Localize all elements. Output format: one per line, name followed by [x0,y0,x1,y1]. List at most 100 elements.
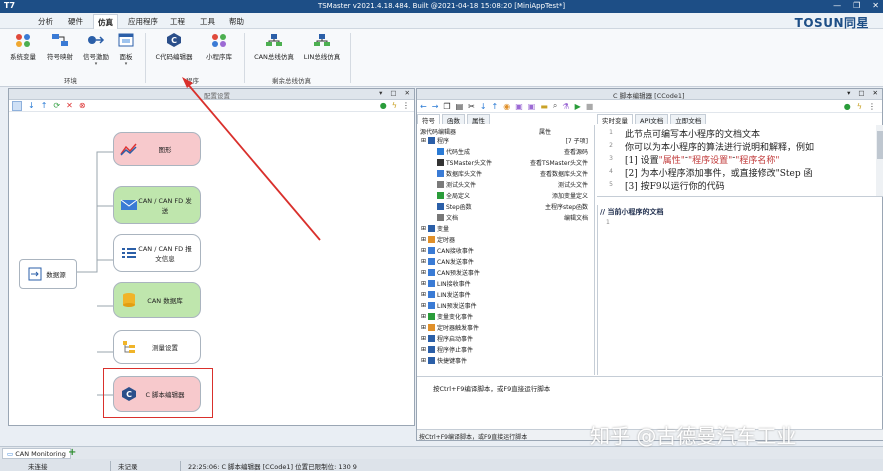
tree-item[interactable]: 文档 [437,213,458,222]
up-icon[interactable]: ↑ [41,101,48,110]
tree-item-value[interactable]: 查看数据库头文件 [540,169,588,178]
panel-button[interactable]: 面板 ▾ [114,32,138,67]
tree-item[interactable]: ⊞ 快捷键事件 [421,356,467,365]
can-send-node[interactable]: CAN / CAN FD 发送 [113,186,201,224]
expand-icon[interactable]: ⊞ [421,225,426,232]
menu-help[interactable]: 帮助 [229,16,244,27]
c-script-editor-node[interactable]: C C 脚本编辑器 [113,376,201,412]
tab-functions[interactable]: 函数 [442,114,465,125]
tree-item[interactable]: 全局定义 [437,191,470,200]
close-icon[interactable]: ✕ [405,89,410,97]
tree-item-value[interactable]: 查看源码 [564,147,588,156]
lightning-icon[interactable]: ϟ [857,102,862,111]
symbol-mapping-button[interactable]: 符号映射 [44,32,76,61]
close-icon[interactable]: ✕ [873,89,878,97]
measurement-setup-node[interactable]: 测量设置 [113,330,201,364]
menu-simulation[interactable]: 仿真 [93,14,118,29]
dock-icon[interactable]: □ [858,89,864,97]
can-database-node[interactable]: CAN 数据库 [113,282,201,318]
tree-item[interactable]: ⊞ 定时器 [421,235,455,244]
select-icon[interactable] [12,100,22,111]
tree-item[interactable]: ⊞ LIN预发送事件 [421,301,477,310]
down-icon[interactable]: ↓ [480,102,487,111]
tab-instant-docs[interactable]: 立即文档 [670,114,707,125]
expand-icon[interactable]: ⊞ [421,324,426,331]
expand-icon[interactable]: ⊞ [421,258,426,265]
tab-can-monitoring[interactable]: ▭ CAN Monitoring [2,448,71,459]
tree-item-value[interactable]: 添加变量定义 [552,191,588,200]
expand-icon[interactable]: ⊞ [421,335,426,342]
vertical-scrollbar[interactable] [876,125,883,196]
tab-realtime-variables[interactable]: 实时变量 [597,114,633,125]
tree-item[interactable]: 代码生成 [437,147,470,156]
back-icon[interactable]: ← [420,102,427,111]
code-editor[interactable]: // 当前小程序的文档 1 [597,205,883,375]
menu-applications[interactable]: 应用程序 [128,16,158,27]
expand-icon[interactable]: ⊞ [421,313,426,320]
tree-item[interactable]: ⊞ 程序启动事件 [421,334,473,343]
paste-icon[interactable]: ▤ [456,102,464,111]
menu-hardware[interactable]: 硬件 [68,16,83,27]
tree-item[interactable]: ⊞ LIN发送事件 [421,290,471,299]
flask-icon[interactable]: ⚗ [562,102,569,111]
menu-analysis[interactable]: 分析 [38,16,53,27]
can-bus-simulation-button[interactable]: CAN总线仿真 [252,32,296,61]
lightning-icon[interactable]: ϟ [392,101,397,110]
menu-tools[interactable]: 工具 [200,16,215,27]
mini-program-library-button[interactable]: 小程序库 [202,32,236,61]
expand-icon[interactable]: ⊞ [421,302,426,309]
tab-properties[interactable]: 属性 [467,114,490,125]
system-variable-button[interactable]: 系统变量 [6,32,40,61]
tree-item-value[interactable]: 查看TSMaster头文件 [530,158,588,167]
tree-item[interactable]: 测试头文件 [437,180,476,189]
tree-item-value[interactable]: 测试头文件 [558,180,588,189]
expand-icon[interactable]: ⊞ [421,269,426,276]
cut-icon[interactable]: ✂ [468,102,475,111]
stop-icon[interactable]: ⊗ [79,101,86,110]
stop-icon[interactable]: ■ [586,102,594,111]
refresh-icon[interactable]: ⟳ [53,101,60,110]
pin-icon[interactable]: ▾ [379,89,382,97]
up-icon[interactable]: ↑ [492,102,499,111]
tree-item[interactable]: TSMaster头文件 [437,158,492,167]
tree-item[interactable]: 数据库头文件 [437,169,482,178]
close-button[interactable]: ✕ [872,1,879,10]
tab-api-docs[interactable]: API文档 [635,114,669,125]
folder-icon[interactable]: ▬ [540,102,548,111]
expand-icon[interactable]: ⊞ [421,357,426,364]
down-icon[interactable]: ↓ [28,101,35,110]
tree-item[interactable]: ⊞ 变量变化事件 [421,312,473,321]
build-icon[interactable]: ◉ [503,102,510,111]
pin-icon[interactable]: ▾ [847,89,850,97]
expand-icon[interactable]: ⊞ [421,236,426,243]
run-icon[interactable]: ▶ [575,102,581,111]
tree-item[interactable]: ⊞ 定时器触发事件 [421,323,479,332]
expand-icon[interactable]: ⊞ [421,291,426,298]
tree-item[interactable]: ⊞ 程序 [421,136,449,145]
delete-icon[interactable]: ✕ [66,101,73,110]
help-icon[interactable]: ● [380,101,387,110]
minimize-button[interactable]: — [833,1,841,10]
lin-bus-simulation-button[interactable]: LIN总线仿真 [300,32,344,61]
image-icon[interactable]: ▣ [515,102,523,111]
expand-icon[interactable]: ⊞ [421,247,426,254]
copy-icon[interactable]: ❐ [443,102,450,111]
signal-stimulus-button[interactable]: 信号激励 ▾ [80,32,112,67]
menu-project[interactable]: 工程 [170,16,185,27]
add-tab-button[interactable]: + [68,447,76,458]
can-message-info-node[interactable]: CAN / CAN FD 报文信息 [113,234,201,272]
tree-item[interactable]: ⊞ CAN发送事件 [421,257,474,266]
expand-icon[interactable]: ⊞ [421,137,426,144]
tree-item[interactable]: Step函数 [437,202,472,211]
more-icon[interactable]: ⋮ [402,101,410,110]
tree-item[interactable]: ⊞ 变量 [421,224,449,233]
data-source-node[interactable]: 数据源 [19,259,77,289]
maximize-button[interactable]: ❐ [853,1,860,10]
forward-icon[interactable]: → [432,102,439,111]
more-icon[interactable]: ⋮ [868,102,876,111]
tab-symbols[interactable]: 符号 [417,114,440,125]
help-icon[interactable]: ● [844,102,851,111]
image2-icon[interactable]: ▣ [528,102,536,111]
dock-icon[interactable]: □ [390,89,396,97]
search-icon[interactable]: ⌕ [553,101,557,111]
